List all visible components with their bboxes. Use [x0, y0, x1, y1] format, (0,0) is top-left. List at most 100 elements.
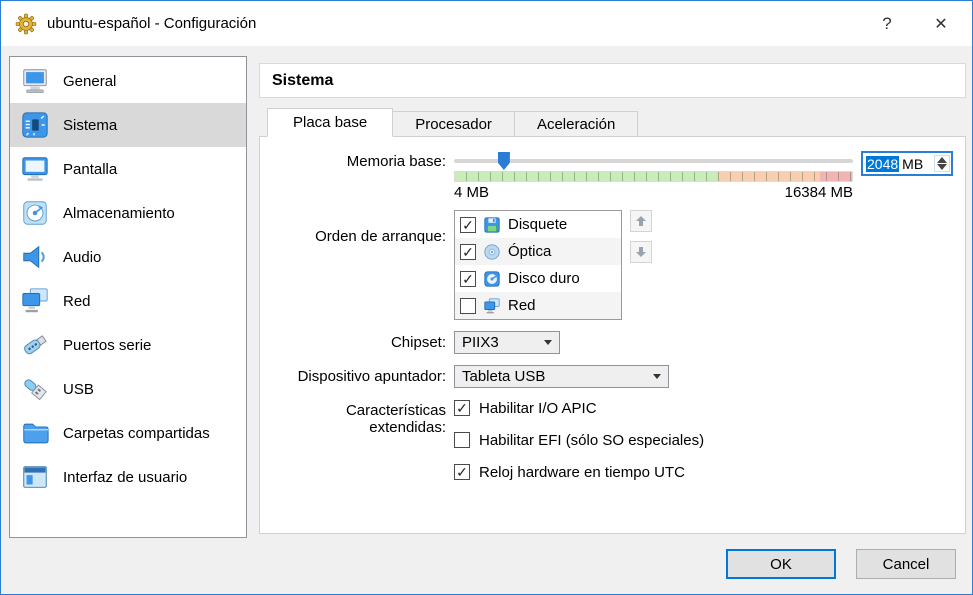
system-icon: [20, 110, 50, 140]
base-memory-slider[interactable]: 4 MB 16384 MB: [454, 151, 853, 201]
sidebar-item-system[interactable]: Sistema: [10, 103, 246, 147]
network-icon: [20, 286, 50, 316]
move-up-button[interactable]: [630, 210, 652, 232]
sidebar-item-label: Almacenamiento: [63, 205, 175, 222]
slider-handle[interactable]: [498, 152, 510, 170]
dialog-footer: OK Cancel: [726, 549, 956, 579]
sidebar-item-label: Puertos serie: [63, 337, 151, 354]
boot-optical-checkbox[interactable]: [460, 244, 476, 260]
chevron-down-icon: [653, 374, 661, 379]
storage-icon: [20, 198, 50, 228]
boot-hard-disk-checkbox[interactable]: [460, 271, 476, 287]
extended-features-label: Características extendidas:: [270, 399, 446, 495]
sidebar-item-storage[interactable]: Almacenamiento: [10, 191, 246, 235]
window-title: ubuntu-español - Configuración: [47, 15, 256, 32]
spin-up-icon[interactable]: [937, 157, 947, 163]
title-bar: ubuntu-español - Configuración ? ✕: [1, 1, 972, 46]
base-memory-unit: MB: [902, 156, 923, 172]
slider-scale: [454, 171, 853, 182]
sidebar-item-label: Sistema: [63, 117, 117, 134]
slider-max-label: 16384 MB: [785, 184, 853, 201]
base-memory-label: Memoria base:: [270, 151, 446, 210]
settings-dialog: ubuntu-español - Configuración ? ✕ Gener…: [0, 0, 973, 595]
serial-port-icon: [20, 330, 50, 360]
pointing-device-label: Dispositivo apuntador:: [270, 368, 446, 385]
user-interface-icon: [20, 462, 50, 492]
tab-bar: Placa base Procesador Aceleración: [259, 108, 966, 136]
slider-min-label: 4 MB: [454, 184, 489, 201]
boot-item-label: Disquete: [508, 216, 567, 233]
usb-icon: [20, 374, 50, 404]
ok-button[interactable]: OK: [726, 549, 836, 579]
tab-aceleracion[interactable]: Aceleración: [515, 111, 638, 137]
spinner-arrows: [934, 155, 950, 172]
sidebar-item-label: USB: [63, 381, 94, 398]
shared-folders-icon: [20, 418, 50, 448]
efi-checkbox[interactable]: [454, 432, 470, 448]
page-title-box: Sistema: [259, 63, 966, 98]
down-arrow-icon: [635, 246, 647, 258]
move-down-button[interactable]: [630, 241, 652, 263]
slider-range-labels: 4 MB 16384 MB: [454, 184, 853, 201]
boot-item-label: Red: [508, 297, 536, 314]
pointing-device-value: Tableta USB: [462, 368, 545, 385]
feature-utc-clock[interactable]: Reloj hardware en tiempo UTC: [454, 463, 953, 481]
slider-ticks: [455, 172, 852, 181]
utc-clock-checkbox[interactable]: [454, 464, 470, 480]
boot-order-control: Disquete Óptica: [454, 210, 953, 320]
pointing-device-select[interactable]: Tableta USB: [454, 365, 669, 388]
boot-order-label: Orden de arranque:: [270, 210, 446, 331]
base-memory-value[interactable]: 2048: [866, 156, 899, 172]
dialog-body: General Sistema: [1, 46, 972, 594]
page-title: Sistema: [272, 72, 333, 90]
feature-efi[interactable]: Habilitar EFI (sólo SO especiales): [454, 431, 953, 449]
io-apic-checkbox[interactable]: [454, 400, 470, 416]
slider-track[interactable]: [454, 151, 853, 171]
feature-label: Habilitar I/O APIC: [479, 400, 597, 417]
sidebar-item-general[interactable]: General: [10, 59, 246, 103]
tab-panel-placa-base: Memoria base:: [259, 136, 966, 534]
chipset-select[interactable]: PIIX3: [454, 331, 560, 354]
floppy-icon: [483, 216, 501, 234]
base-memory-spinbox[interactable]: 2048 MB: [861, 151, 953, 176]
boot-order-list: Disquete Óptica: [454, 210, 622, 320]
base-memory-control: 4 MB 16384 MB 2048 MB: [454, 151, 953, 201]
cancel-button[interactable]: Cancel: [856, 549, 956, 579]
sidebar-item-label: Carpetas compartidas: [63, 425, 210, 442]
main-area: Sistema Placa base Procesador Aceleració…: [259, 63, 966, 534]
boot-item-optical[interactable]: Óptica: [455, 238, 621, 265]
boot-item-floppy[interactable]: Disquete: [455, 211, 621, 238]
general-icon: [20, 66, 50, 96]
sidebar-item-network[interactable]: Red: [10, 279, 246, 323]
network-small-icon: [483, 297, 501, 315]
chipset-value: PIIX3: [462, 334, 499, 351]
sidebar-item-audio[interactable]: Audio: [10, 235, 246, 279]
boot-item-hard-disk[interactable]: Disco duro: [455, 265, 621, 292]
boot-item-label: Disco duro: [508, 270, 580, 287]
boot-floppy-checkbox[interactable]: [460, 217, 476, 233]
tab-placa-base[interactable]: Placa base: [267, 108, 393, 137]
close-button[interactable]: ✕: [910, 1, 972, 46]
sidebar-item-label: Audio: [63, 249, 101, 266]
hard-disk-icon: [483, 270, 501, 288]
sidebar-item-shared-folders[interactable]: Carpetas compartidas: [10, 411, 246, 455]
settings-sidebar: General Sistema: [9, 56, 247, 538]
optical-disc-icon: [483, 243, 501, 261]
spin-down-icon[interactable]: [937, 164, 947, 170]
help-button[interactable]: ?: [864, 1, 910, 46]
sidebar-item-display[interactable]: Pantalla: [10, 147, 246, 191]
up-arrow-icon: [635, 215, 647, 227]
boot-item-network[interactable]: Red: [455, 292, 621, 319]
feature-label: Reloj hardware en tiempo UTC: [479, 464, 685, 481]
feature-label: Habilitar EFI (sólo SO especiales): [479, 432, 704, 449]
sidebar-item-user-interface[interactable]: Interfaz de usuario: [10, 455, 246, 499]
extended-features-group: Habilitar I/O APIC Habilitar EFI (sólo S…: [454, 399, 953, 495]
boot-item-label: Óptica: [508, 243, 551, 260]
sidebar-item-usb[interactable]: USB: [10, 367, 246, 411]
chevron-down-icon: [544, 340, 552, 345]
sidebar-item-label: Red: [63, 293, 91, 310]
feature-io-apic[interactable]: Habilitar I/O APIC: [454, 399, 953, 417]
sidebar-item-serial-ports[interactable]: Puertos serie: [10, 323, 246, 367]
boot-network-checkbox[interactable]: [460, 298, 476, 314]
tab-procesador[interactable]: Procesador: [393, 111, 515, 137]
